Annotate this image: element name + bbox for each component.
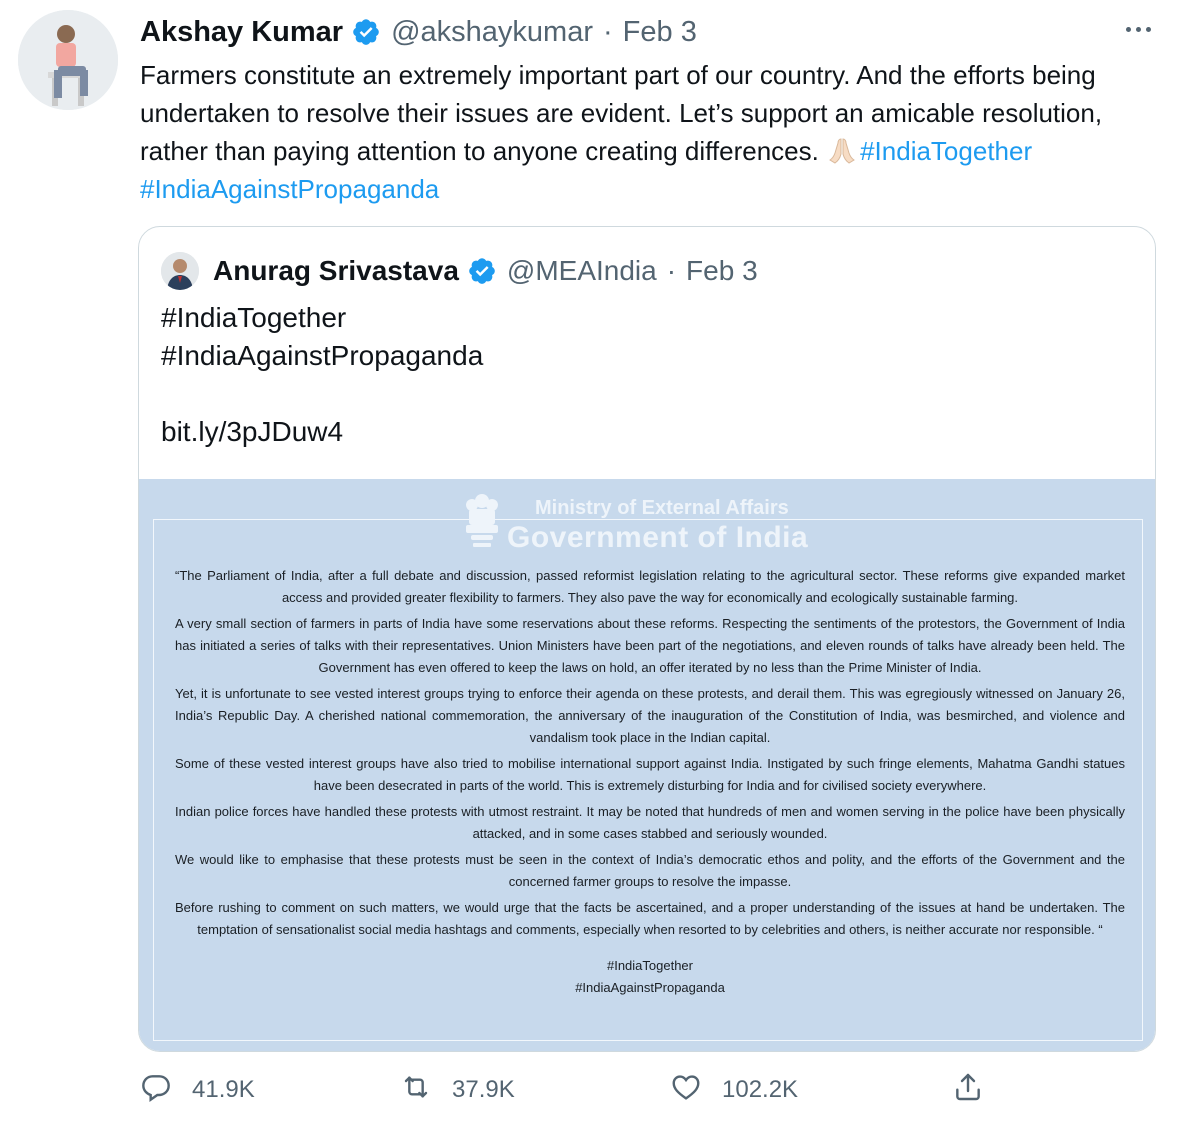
verified-badge-icon (467, 256, 497, 286)
folded-hands-emoji-icon (826, 133, 858, 165)
hashtag-india-against-propaganda[interactable]: #IndiaAgainstPropaganda (140, 174, 439, 204)
author-handle[interactable]: @akshaykumar (391, 16, 593, 49)
separator-dot: · (666, 255, 677, 286)
reply-button[interactable]: 41.9K (140, 1066, 255, 1114)
quoted-tweet[interactable]: Anurag Srivastava @MEAIndia · Feb 3 #Ind… (138, 226, 1156, 1052)
document-body: “The Parliament of India, after a full d… (175, 565, 1125, 999)
quoted-author-name[interactable]: Anurag Srivastava (213, 255, 459, 287)
author-avatar[interactable] (18, 10, 118, 110)
document-paragraph: Yet, it is unfortunate to see vested int… (175, 686, 1125, 745)
verified-badge-icon (351, 17, 381, 47)
quoted-line-2: #IndiaAgainstPropaganda (161, 340, 484, 371)
retweet-icon (400, 1071, 432, 1110)
quoted-line-1: #IndiaTogether (161, 302, 347, 333)
reply-icon (140, 1071, 172, 1110)
like-icon (670, 1071, 702, 1110)
quoted-tweet-header: Anurag Srivastava @MEAIndia · Feb 3 (161, 249, 758, 293)
tweet-action-bar: 41.9K 37.9K 102.2K (140, 1066, 1160, 1114)
like-count: 102.2K (722, 1076, 799, 1103)
document-hashtags: #IndiaTogether #IndiaAgainstPropaganda (175, 955, 1125, 999)
tweet-date[interactable]: Feb 3 (623, 16, 697, 49)
document-ministry-title: Ministry of External Affairs (535, 497, 789, 519)
document-hashtag-1: #IndiaTogether (606, 958, 693, 973)
tweet-text: Farmers constitute an extremely importan… (140, 56, 1150, 208)
document-hashtag-2: #IndiaAgainstPropaganda (575, 980, 725, 995)
document-paragraph: We would like to emphasise that these pr… (175, 852, 1125, 889)
share-icon (952, 1071, 984, 1110)
document-paragraph: “The Parliament of India, after a full d… (175, 568, 1125, 605)
document-paragraph: Before rushing to comment on such matter… (175, 900, 1125, 937)
hashtag-india-together[interactable]: #IndiaTogether (860, 136, 1032, 166)
retweet-button[interactable]: 37.9K (400, 1066, 515, 1114)
quoted-author-handle[interactable]: @MEAIndia (507, 255, 657, 287)
retweet-count: 37.9K (452, 1076, 515, 1103)
share-button[interactable] (952, 1066, 984, 1114)
reply-count: 41.9K (192, 1076, 255, 1103)
more-options-icon[interactable] (1118, 14, 1158, 44)
quoted-tweet-date[interactable]: Feb 3 (686, 255, 758, 287)
document-paragraph: Indian police forces have handled these … (175, 804, 1125, 841)
attached-statement-image[interactable]: Ministry of External Affairs Government … (139, 479, 1155, 1051)
author-name[interactable]: Akshay Kumar (140, 16, 343, 49)
quoted-tweet-text: #IndiaTogether #IndiaAgainstPropaganda b… (161, 299, 483, 451)
document-government-title: Government of India (507, 521, 809, 554)
tweet-header: Akshay Kumar @akshaykumar · Feb 3 (140, 10, 697, 54)
document-paragraph: Some of these vested interest groups hav… (175, 756, 1125, 793)
quoted-link[interactable]: bit.ly/3pJDuw4 (161, 416, 343, 447)
like-button[interactable]: 102.2K (670, 1066, 798, 1114)
national-emblem-icon (459, 489, 505, 553)
document-paragraph: A very small section of farmers in parts… (175, 616, 1125, 675)
separator-dot: · (603, 15, 613, 48)
quoted-author-avatar[interactable] (161, 252, 199, 290)
